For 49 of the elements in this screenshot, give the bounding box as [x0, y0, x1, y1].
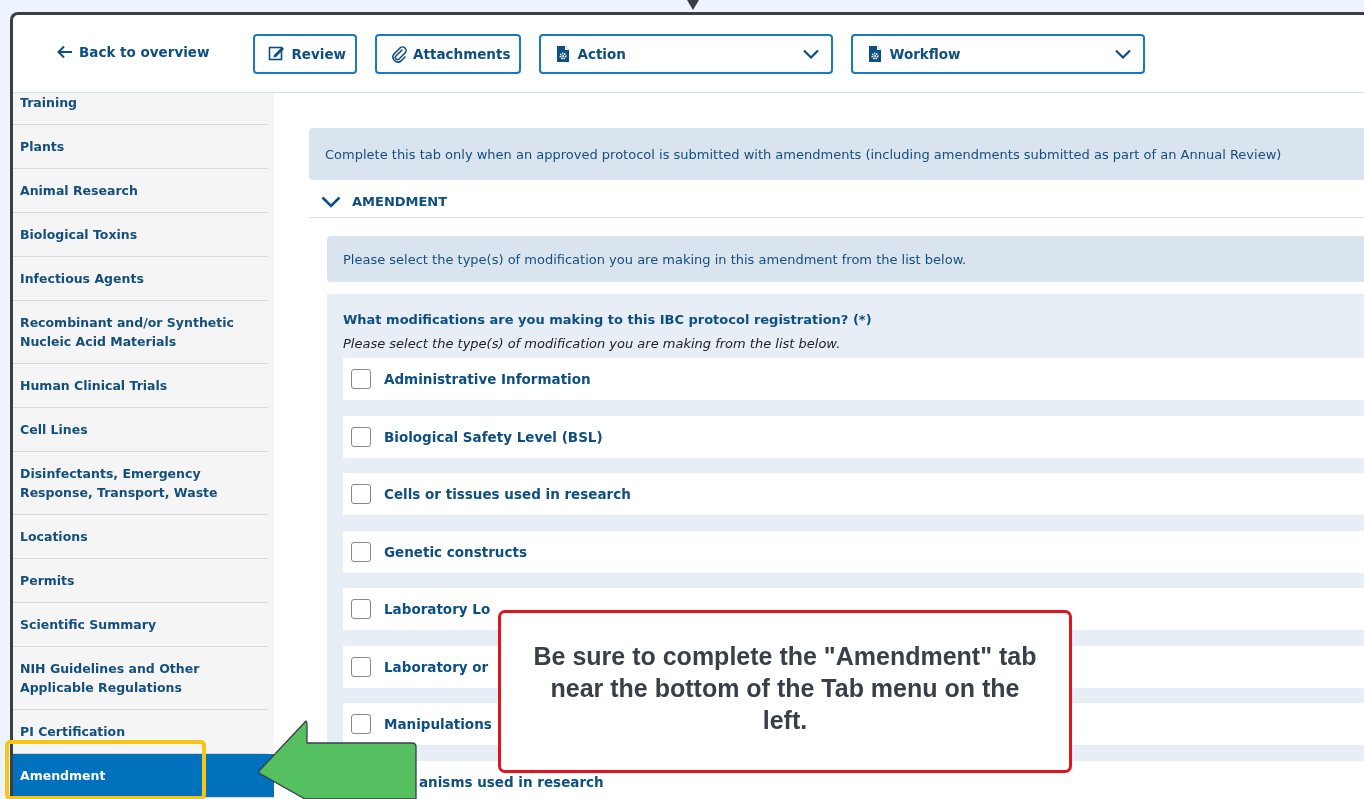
sidebar-item[interactable]: Recombinant and/or Synthetic Nucleic Acid Materials [13, 301, 268, 364]
sidebar-item[interactable]: Permits [13, 559, 268, 603]
option-label: Cells or tissues used in research [384, 486, 631, 502]
option-label: Laboratory or [384, 658, 489, 675]
file-gear-icon [866, 44, 884, 63]
back-link[interactable]: Back to overview [57, 44, 210, 60]
back-arrow-icon [57, 45, 73, 59]
sidebar-item[interactable]: Disinfectants, Emergency Response, Transport, Waste [13, 452, 268, 515]
sidebar-item[interactable]: Infectious Agents [13, 257, 268, 301]
callout-text: Be sure to complete the "Amendment" tab near the bottom of the Tab menu on the left. [532, 641, 1038, 736]
checkbox[interactable] [351, 426, 371, 447]
sidebar-item[interactable]: Cell Lines [13, 408, 268, 452]
toolbar-button[interactable]: Attachments [375, 33, 522, 74]
sidebar-item[interactable]: NIH Guidelines and Other Applicable Regulations [13, 647, 268, 710]
question-label: What modifications are you making to this IBC protocol registration? (*) [343, 312, 873, 327]
option-label: Manipulations [384, 716, 492, 732]
checkbox[interactable] [351, 541, 371, 562]
sidebar-item[interactable]: Plants [13, 125, 268, 169]
toolbar-button[interactable]: Review [253, 33, 358, 74]
checkbox[interactable] [351, 369, 371, 389]
option-label: Genetic constructs [384, 543, 527, 560]
dropdown-button[interactable]: Workflow [851, 33, 1146, 74]
section-header[interactable]: AMENDMENT [309, 180, 1364, 218]
file-gear-icon [554, 44, 572, 63]
chevron-down-icon [803, 48, 820, 59]
checkbox[interactable] [351, 484, 371, 504]
sidebar-item[interactable]: Human Clinical Trials [13, 364, 268, 408]
pointer-triangle-icon [687, 0, 699, 10]
sidebar-item[interactable]: Locations [13, 515, 268, 559]
checkbox[interactable] [351, 599, 371, 619]
chevron-down-icon [321, 195, 341, 208]
checkbox[interactable] [351, 656, 371, 677]
paperclip-icon [390, 44, 408, 63]
edit-icon [268, 44, 286, 63]
sidebar-item[interactable]: Biological Toxins [13, 213, 268, 257]
option-label: Biological Safety Level (BSL) [384, 428, 603, 445]
sidebar-item[interactable]: Training [13, 93, 268, 125]
sidebar-item[interactable]: Scientific Summary [13, 603, 268, 647]
option-label: Laboratory Lo [384, 601, 491, 617]
sidebar-item[interactable]: Amendment [13, 754, 274, 798]
checkbox[interactable] [351, 714, 371, 734]
option-label: Administrative Information [384, 371, 591, 387]
question-hint: Please select the type(s) of modification you are making from the list below. [343, 336, 842, 351]
option-label: anisms used in research [419, 773, 604, 790]
sidebar-item[interactable]: Animal Research [13, 169, 268, 213]
info-banner: Complete this tab only when an approved protocol is submitted with amendments (including amendments submitted as part of an Annual Review) [309, 128, 1364, 180]
info-banner: Please select the type(s) of modification you are making in this amendment from the list below. [327, 236, 1364, 282]
chevron-down-icon [1115, 48, 1132, 59]
dropdown-button[interactable]: Action [539, 33, 834, 74]
